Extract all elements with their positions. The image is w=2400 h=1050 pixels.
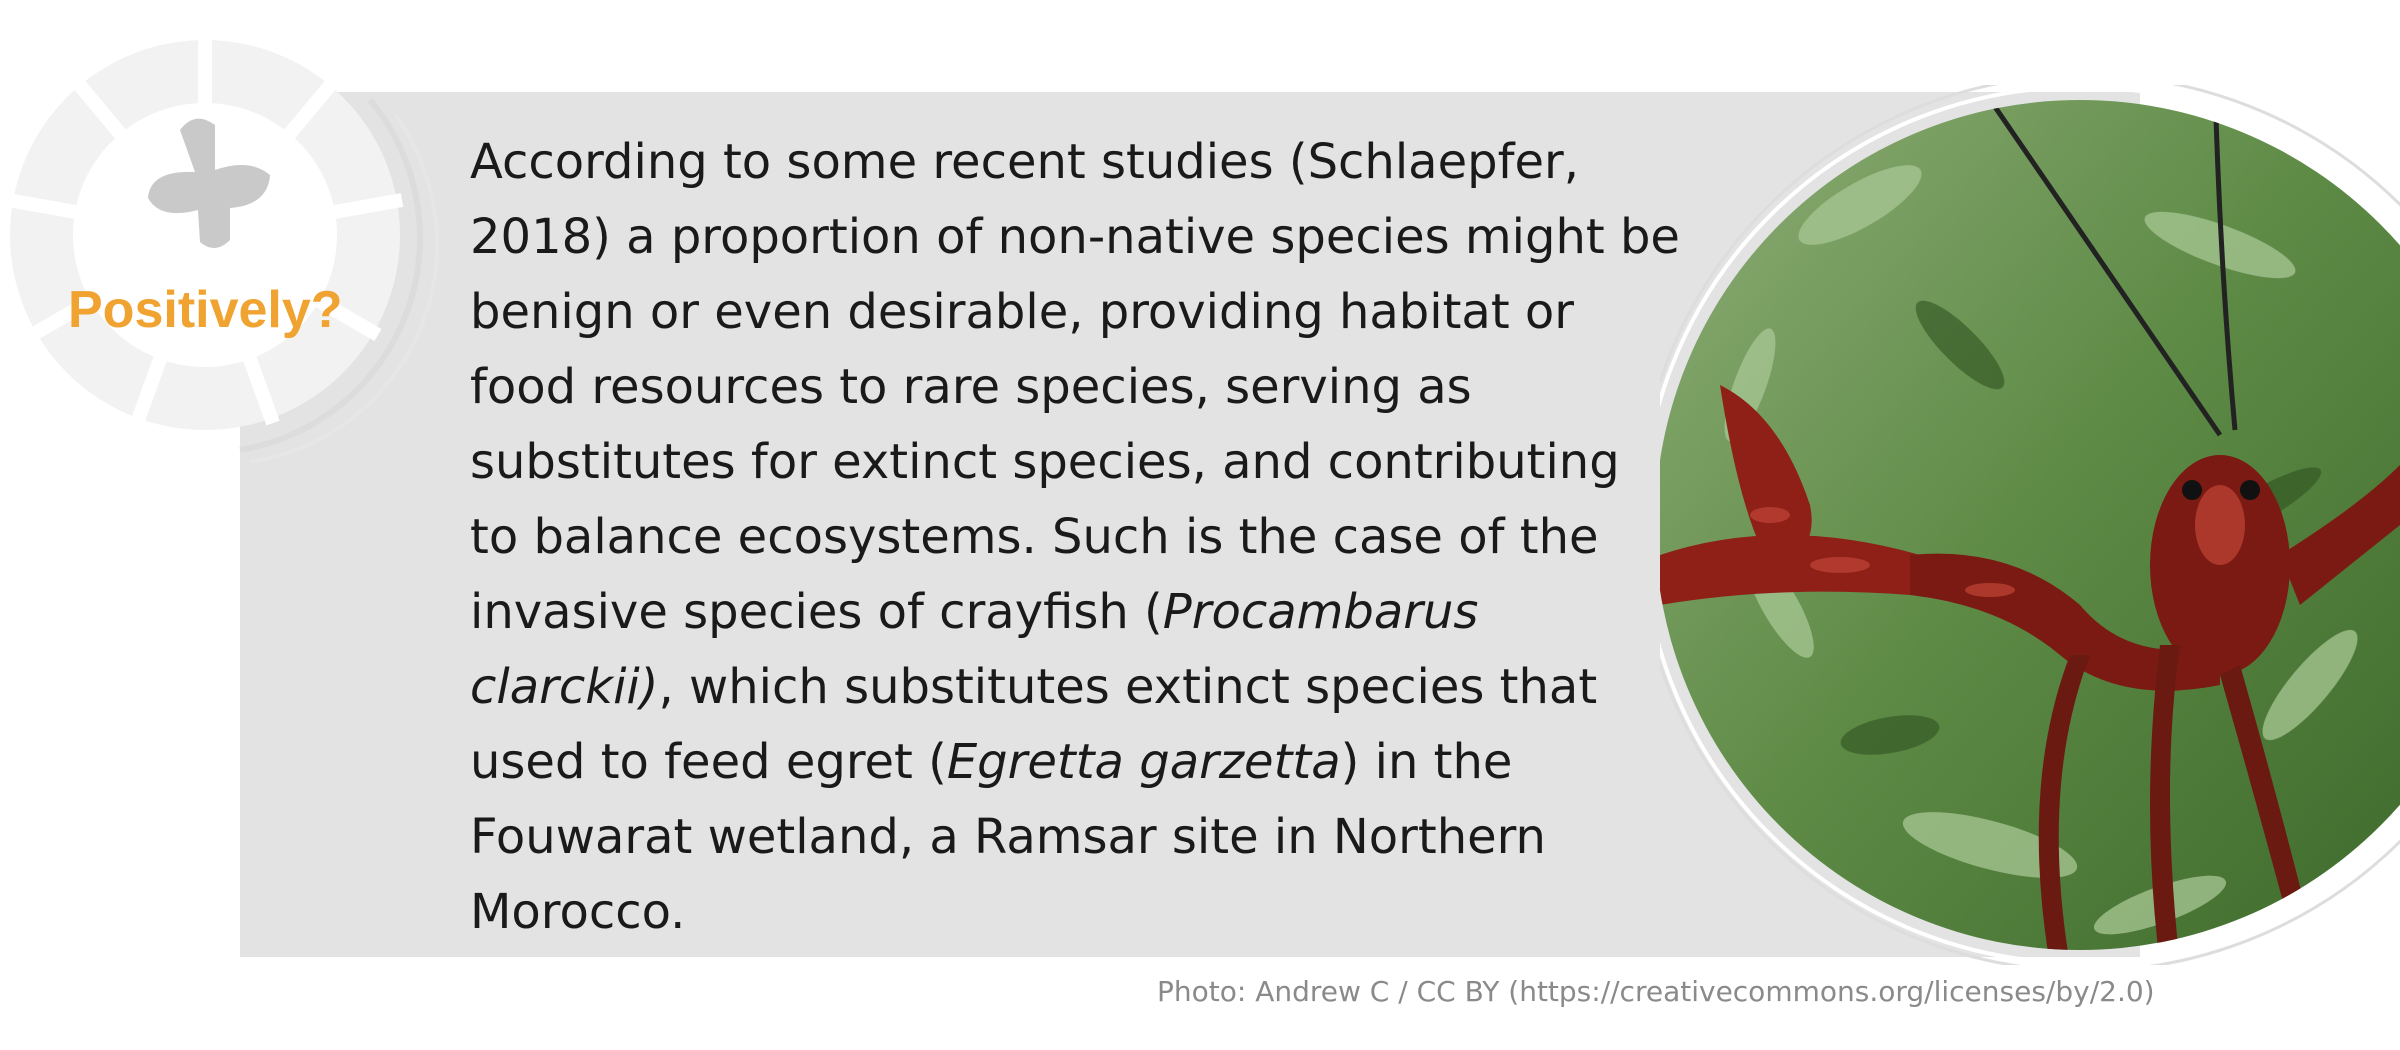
badge-ring-graphic — [6, 35, 440, 464]
badge-label: Positively? — [68, 281, 343, 339]
body-text-part-1: According to some recent studies (Schlae… — [470, 134, 1680, 640]
body-paragraph: According to some recent studies (Schlae… — [470, 125, 1680, 950]
species-name-egret: Egretta garzetta — [946, 734, 1341, 790]
question-badge: Positively? — [0, 30, 470, 470]
photo-credit: Photo: Andrew C / CC BY (https://creativ… — [1157, 975, 2155, 1008]
crayfish-photo — [1635, 73, 2400, 973]
